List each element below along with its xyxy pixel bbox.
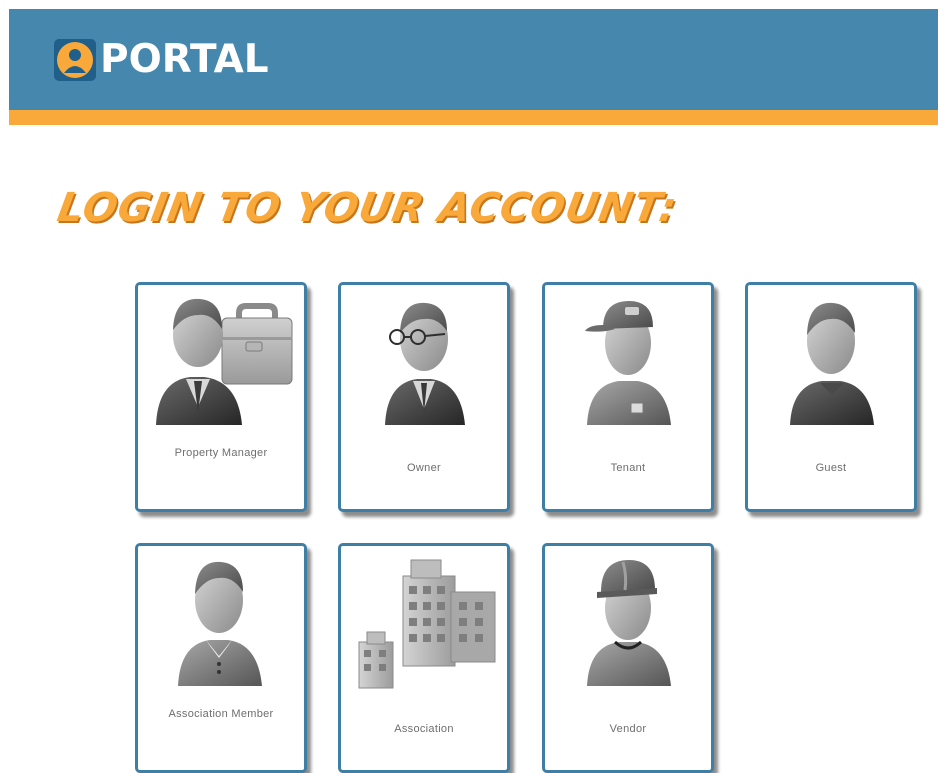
guest-icon (790, 302, 874, 425)
login-option-association[interactable]: Association (338, 543, 510, 773)
property-manager-icon (156, 298, 293, 425)
login-option-label: Association (394, 723, 454, 735)
login-option-owner[interactable]: Owner (338, 282, 510, 512)
login-option-label: Guest (815, 462, 847, 474)
login-option-tenant[interactable]: Tenant (542, 282, 714, 512)
vendor-icon (587, 560, 671, 686)
association-member-icon (178, 561, 262, 686)
owner-icon (385, 302, 465, 425)
login-option-label: Owner (407, 462, 441, 474)
login-option-vendor[interactable]: Vendor (542, 543, 714, 773)
login-option-association-member[interactable]: Association Member (135, 543, 307, 773)
tenant-icon (585, 301, 671, 425)
login-option-guest[interactable]: Guest (745, 282, 917, 512)
user-logo-icon (54, 39, 96, 81)
login-option-property-manager[interactable]: Property Manager (135, 282, 307, 512)
login-option-label: Vendor (609, 723, 647, 735)
login-option-label: Tenant (610, 462, 646, 474)
page-title: LOGIN TO YOUR ACCOUNT: (54, 185, 681, 231)
header-stripe (9, 110, 938, 125)
login-option-label: Property Manager (174, 447, 268, 459)
portal-logo[interactable]: PORTAL (54, 38, 269, 82)
logo-text: PORTAL (100, 37, 269, 82)
association-icon (358, 559, 496, 689)
login-option-label: Association Member (168, 708, 274, 720)
